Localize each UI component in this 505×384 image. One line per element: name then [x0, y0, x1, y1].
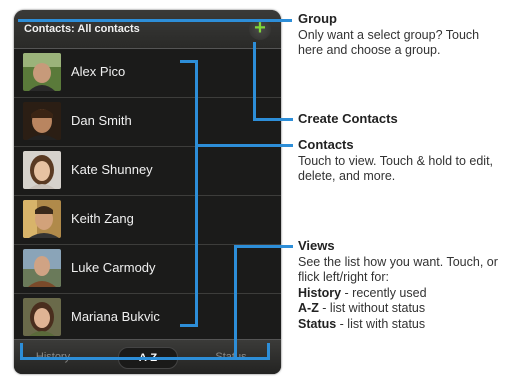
create-annotation: Create Contacts — [298, 111, 498, 128]
views-callout-h — [234, 245, 293, 248]
contacts-heading: Contacts — [298, 137, 354, 152]
create-callout-line-v — [253, 42, 256, 120]
avatar-mariana — [23, 298, 61, 336]
views-bracket-right — [267, 343, 270, 360]
contact-name: Luke Carmody — [71, 260, 156, 275]
contact-name: Dan Smith — [71, 113, 132, 128]
views-description: See the list how you want. Touch, or fli… — [298, 254, 498, 285]
views-item-a-z: A-Z - list without status — [298, 301, 426, 315]
phone-screen: Contacts: All contacts + Alex Pico Dan S… — [14, 10, 281, 374]
views-bracket-bottom — [20, 357, 270, 360]
views-item-status: Status - list with status — [298, 316, 426, 331]
contact-name: Mariana Bukvic — [71, 309, 160, 324]
contact-row[interactable]: Dan Smith — [14, 98, 281, 147]
group-callout-line — [18, 19, 292, 22]
views-item-history: History - recently used — [298, 285, 427, 300]
create-heading: Create Contacts — [298, 111, 398, 126]
group-selector[interactable]: Contacts: All contacts — [24, 23, 140, 35]
group-heading: Group — [298, 11, 337, 26]
contacts-description: Touch to view. Touch & hold to edit, del… — [298, 153, 494, 184]
contact-row[interactable]: Mariana Bukvic — [14, 294, 281, 343]
contacts-bracket-v — [195, 60, 198, 327]
avatar-kate — [23, 151, 61, 189]
contact-list: Alex Pico Dan Smith Kate Shunney Keith Z… — [14, 49, 281, 343]
contact-row[interactable]: Alex Pico — [14, 49, 281, 98]
contacts-callout-line — [195, 144, 293, 147]
views-bracket-left — [20, 343, 23, 357]
contacts-annotation: Contacts Touch to view. Touch & hold to … — [298, 137, 498, 185]
group-annotation: Group Only want a select group? Touch he… — [298, 11, 498, 59]
contact-row[interactable]: Luke Carmody — [14, 245, 281, 294]
contact-name: Alex Pico — [71, 64, 126, 79]
views-annotation: Views See the list how you want. Touch, … — [298, 238, 503, 332]
group-bar[interactable]: Contacts: All contacts + — [14, 10, 281, 49]
group-description: Only want a select group? Touch here and… — [298, 27, 480, 58]
avatar-luke — [23, 249, 61, 287]
avatar-dan — [23, 102, 61, 140]
contact-name: Keith Zang — [71, 211, 134, 226]
avatar-alex — [23, 53, 61, 91]
views-callout-v — [234, 245, 237, 359]
contact-name: Kate Shunney — [71, 162, 153, 177]
views-heading: Views — [298, 238, 335, 253]
contacts-bracket-bottom — [180, 324, 198, 327]
avatar-keith — [23, 200, 61, 238]
contact-row[interactable]: Keith Zang — [14, 196, 281, 245]
contact-row[interactable]: Kate Shunney — [14, 147, 281, 196]
create-callout-line-h — [253, 118, 293, 121]
